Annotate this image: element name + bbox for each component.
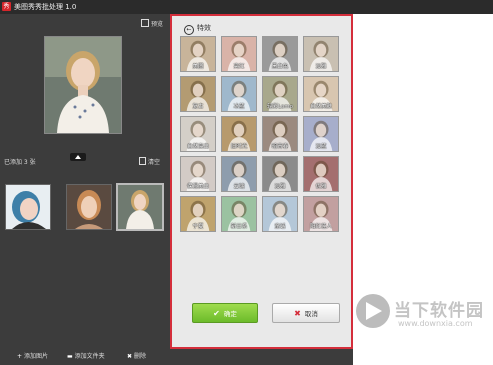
preview-label: 预览: [151, 21, 164, 28]
effect-label: 自然美肤: [309, 104, 332, 110]
effect-tile[interactable]: 美图: [180, 36, 216, 72]
effect-tile[interactable]: 淡雅: [262, 156, 298, 192]
thumbnail-image: [6, 185, 50, 229]
effect-tile[interactable]: 淡蓝: [303, 116, 339, 152]
effect-tile[interactable]: 云端: [221, 156, 257, 192]
effect-label: 黑白色: [271, 64, 289, 70]
cancel-button[interactable]: ✖ 取消: [272, 303, 340, 323]
effect-label: 阳红佳人: [309, 224, 332, 230]
added-count-label: 已添加 3 张: [4, 159, 36, 166]
delete-label: 删除: [134, 353, 147, 360]
thumbnail-2[interactable]: [67, 185, 111, 229]
thumbnail-image: [67, 185, 111, 229]
thumbnail-image: [118, 185, 162, 229]
effect-label: 淡雅: [274, 184, 286, 190]
preview-button[interactable]: 预览: [141, 19, 163, 28]
window-title: 美图秀秀批处理 1.0: [14, 3, 77, 11]
effect-label: 新日系: [230, 224, 248, 230]
effects-panel: ← 特效 美图 亮红 黑白色 淡雅 复古 冰蓝 轻彩Lomo 自然美肤 自然高白 旧时光 暗青春 淡蓝保…: [170, 14, 353, 349]
effects-back-button[interactable]: ← 特效: [184, 23, 211, 35]
portrait-image: [45, 37, 121, 133]
main-preview-image: [45, 37, 121, 133]
effect-tile[interactable]: 复古: [180, 76, 216, 112]
effect-label: 保湿美白: [186, 184, 209, 190]
effect-tile[interactable]: 自然美肤: [303, 76, 339, 112]
cancel-label: 取消: [304, 310, 318, 318]
effect-label: 优雅: [315, 184, 327, 190]
plus-icon: +: [17, 353, 23, 360]
app-logo-icon: 秀: [2, 2, 11, 11]
effect-label: 淡蓝: [315, 144, 327, 150]
effect-tile[interactable]: 亮红: [221, 36, 257, 72]
add-image-label: 添加图片: [24, 353, 49, 360]
watermark-title: 当下软件园: [394, 301, 484, 321]
watermark-url: www.downxia.com: [398, 319, 473, 328]
close-icon: ✖: [294, 309, 301, 318]
effect-tile[interactable]: 旧时光: [221, 116, 257, 152]
add-folder-label: 添加文件夹: [74, 353, 105, 360]
collapse-arrow-button[interactable]: [70, 153, 86, 161]
effect-tile[interactable]: 冰蓝: [221, 76, 257, 112]
preview-icon: [141, 19, 149, 27]
effect-label: 旧时光: [230, 144, 248, 150]
clear-button[interactable]: 清空: [139, 157, 160, 166]
add-image-button[interactable]: + 添加图片: [17, 351, 48, 360]
effect-tile[interactable]: 自然高白: [180, 116, 216, 152]
effect-label: 轻彩Lomo: [266, 104, 294, 110]
check-icon: ✔: [213, 309, 220, 318]
delete-icon: ✖: [127, 353, 133, 360]
ok-button[interactable]: ✔ 确定: [192, 303, 258, 323]
effect-label: 宁夏: [192, 224, 204, 230]
effect-label: 云端: [233, 184, 245, 190]
add-folder-button[interactable]: ▬ 添加文件夹: [67, 351, 105, 360]
folder-icon: ▬: [67, 353, 73, 360]
trash-icon: [139, 157, 146, 165]
bottom-strip: [170, 349, 353, 365]
effect-tile[interactable]: 童话: [262, 196, 298, 232]
effect-label: 复古: [192, 104, 204, 110]
effect-label: 自然高白: [186, 144, 209, 150]
effect-tile[interactable]: 暗青春: [262, 116, 298, 152]
thumbnail-1[interactable]: [6, 185, 50, 229]
ok-label: 确定: [223, 310, 237, 318]
effect-label: 淡雅: [315, 64, 327, 70]
effect-tile[interactable]: 阳红佳人: [303, 196, 339, 232]
watermark: 当下软件园 www.downxia.com: [354, 294, 493, 344]
left-panel: 预览 已添加 3 张 清空 + 添加图片 ▬ 添加文件夹 ✖ 删除: [0, 14, 170, 365]
effect-tile[interactable]: 新日系: [221, 196, 257, 232]
back-arrow-icon: ←: [184, 25, 194, 35]
effect-label: 暗青春: [271, 144, 289, 150]
effect-tile[interactable]: 黑白色: [262, 36, 298, 72]
effect-label: 美图: [192, 64, 204, 70]
clear-label: 清空: [148, 159, 161, 166]
effect-label: 亮红: [233, 64, 245, 70]
effects-title: 特效: [197, 24, 211, 32]
effect-tile[interactable]: 保湿美白: [180, 156, 216, 192]
effect-tile[interactable]: 优雅: [303, 156, 339, 192]
effect-tile[interactable]: 宁夏: [180, 196, 216, 232]
thumbnail-3-selected[interactable]: [118, 185, 162, 229]
title-bar: 秀 美图秀秀批处理 1.0: [0, 0, 493, 14]
bottom-actions-bar: + 添加图片 ▬ 添加文件夹 ✖ 删除: [0, 345, 170, 365]
effect-tile[interactable]: 轻彩Lomo: [262, 76, 298, 112]
play-logo-icon: [356, 294, 390, 328]
effect-label: 童话: [274, 224, 286, 230]
effect-label: 冰蓝: [233, 104, 245, 110]
delete-button[interactable]: ✖ 删除: [127, 351, 146, 360]
effect-tile[interactable]: 淡雅: [303, 36, 339, 72]
